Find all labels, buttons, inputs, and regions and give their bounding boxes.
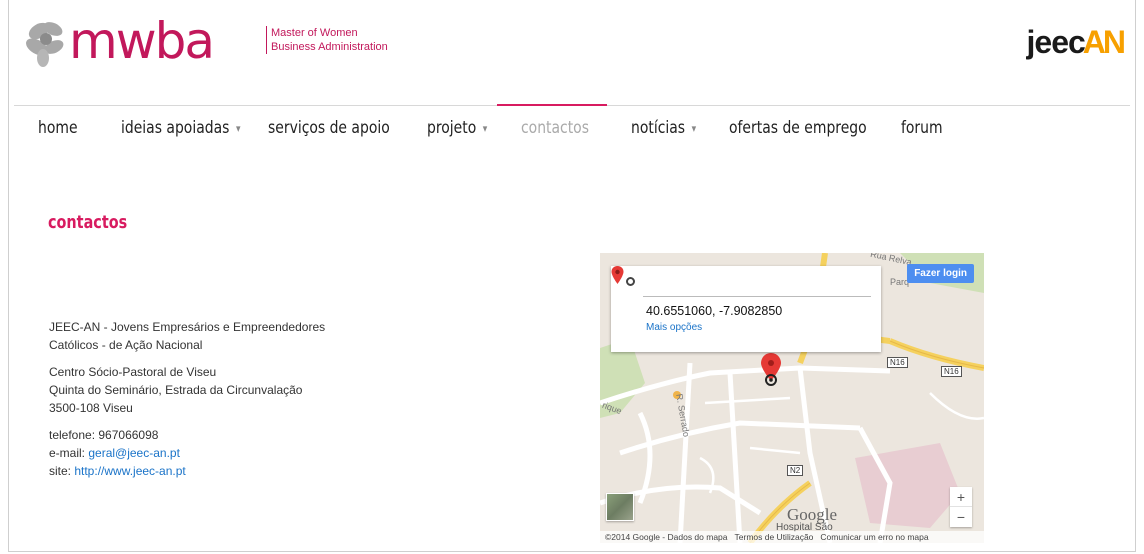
tagline-line-2: Business Administration — [271, 41, 388, 53]
mwba-logo[interactable]: mwba — [19, 6, 215, 76]
page-frame: mwba Master of Women Business Administra… — [8, 0, 1136, 552]
nav-item-contactos[interactable]: contactos — [521, 118, 589, 138]
jeec-logo-text: jeec — [1026, 24, 1086, 60]
site-label: site: — [49, 464, 75, 478]
nav-label: ofertas de emprego — [729, 118, 867, 138]
contact-info: JEEC-AN - Jovens Empresários e Empreende… — [49, 318, 369, 489]
jeec-logo-accent: AN — [1082, 24, 1126, 60]
nav-item-servicos-de-apoio[interactable]: serviços de apoio — [268, 118, 390, 138]
nav-item-home[interactable]: home — [38, 118, 78, 138]
origin-input-line[interactable] — [643, 296, 871, 297]
chevron-down-icon: ▾ — [691, 121, 697, 135]
coordinates-text: 40.6551060, -7.9082850 — [646, 304, 783, 318]
nav-label: serviços de apoio — [268, 118, 390, 138]
jeec-an-logo[interactable]: jeec AN — [1026, 24, 1127, 61]
nav-item-projeto[interactable]: projeto ▾ — [427, 118, 487, 138]
nav-item-ideias-apoiadas[interactable]: ideias apoiadas ▾ — [121, 118, 241, 138]
chevron-down-icon: ▾ — [235, 121, 241, 135]
main-nav: home ideias apoiadas ▾ serviços de apoio… — [9, 118, 1135, 150]
nav-label: projeto — [427, 118, 477, 138]
chevron-down-icon: ▾ — [482, 121, 488, 135]
street-label: Parq — [890, 277, 910, 287]
email-link[interactable]: geral@jeec-an.pt — [88, 446, 180, 460]
map-footer: ©2014 Google - Dados do mapa Termos de U… — [600, 531, 984, 543]
nav-label: contactos — [521, 118, 589, 138]
directions-card: 40.6551060, -7.9082850 Mais opções — [611, 266, 881, 352]
logo-wordmark: mwba — [69, 12, 215, 70]
login-button[interactable]: Fazer login — [907, 264, 974, 283]
site-tagline: Master of Women Business Administration — [266, 26, 388, 54]
nav-label: forum — [901, 118, 943, 138]
tagline-line-1: Master of Women — [271, 27, 358, 39]
zoom-in-button[interactable]: + — [950, 487, 972, 507]
map-copyright[interactable]: ©2014 Google - Dados do mapa — [605, 532, 728, 542]
report-error-link[interactable]: Comunicar um erro no mapa — [820, 532, 928, 542]
road-label-n16: N16 — [941, 366, 962, 377]
road-label-n2: N2 — [787, 465, 804, 476]
zoom-out-button[interactable]: − — [950, 507, 972, 527]
nav-label: notícias — [631, 118, 686, 138]
contact-details: telefone: 967066098 e-mail: geral@jeec-a… — [49, 426, 369, 480]
nav-item-noticias[interactable]: notícias ▾ — [631, 118, 696, 138]
nav-item-forum[interactable]: forum — [901, 118, 943, 138]
phone-text: telefone: 967066098 — [49, 428, 159, 442]
page-title: contactos — [48, 212, 128, 233]
zoom-control: + − — [950, 487, 972, 527]
nav-active-indicator — [497, 104, 607, 106]
nav-item-ofertas-de-emprego[interactable]: ofertas de emprego — [729, 118, 867, 138]
email-label: e-mail: — [49, 446, 89, 460]
orchid-icon — [26, 22, 64, 67]
address-line-1: Centro Sócio-Pastoral de Viseu — [49, 365, 217, 379]
map-pin-icon — [611, 266, 624, 284]
terms-link[interactable]: Termos de Utilização — [735, 532, 814, 542]
address-line-2: Quinta do Seminário, Estrada da Circunva… — [49, 383, 303, 397]
postal-address: Centro Sócio-Pastoral de Viseu Quinta do… — [49, 363, 369, 417]
org-line-2: Católicos - de Ação Nacional — [49, 338, 203, 352]
satellite-toggle[interactable] — [606, 493, 634, 521]
nav-label: ideias apoiadas — [121, 118, 230, 138]
google-map[interactable]: N16 N16 N2 R. Serrado rique Parq Rua Rel… — [600, 253, 984, 543]
site-link[interactable]: http://www.jeec-an.pt — [74, 464, 185, 478]
road-label-n16: N16 — [887, 357, 908, 368]
org-line-1: JEEC-AN - Jovens Empresários e Empreende… — [49, 320, 326, 334]
nav-label: home — [38, 118, 78, 138]
more-options-link[interactable]: Mais opções — [646, 322, 702, 333]
origin-circle-icon — [626, 277, 635, 286]
organization-name: JEEC-AN - Jovens Empresários e Empreende… — [49, 318, 369, 354]
address-line-3: 3500-108 Viseu — [49, 401, 133, 415]
